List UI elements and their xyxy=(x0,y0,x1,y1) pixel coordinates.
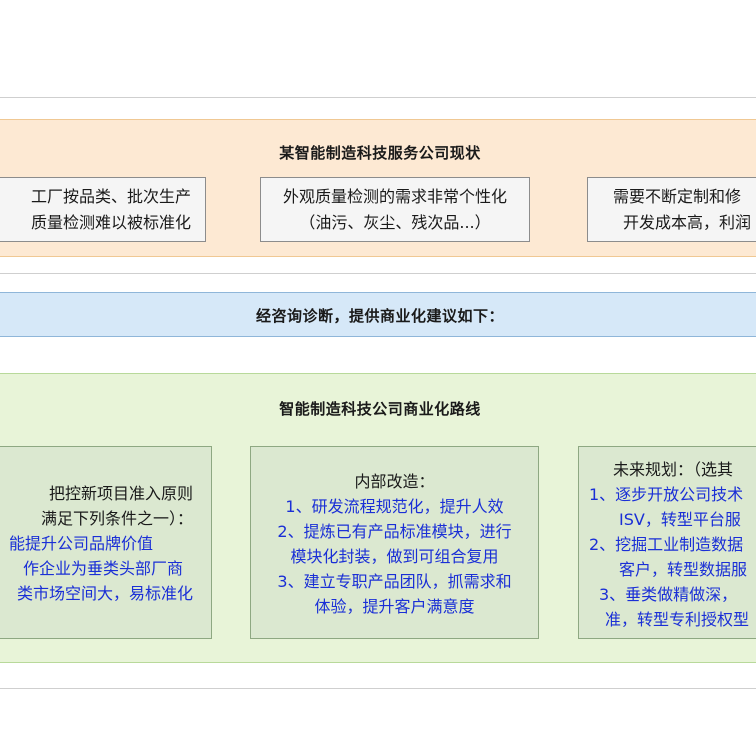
route-card-3-item: 准，转型专利授权型 xyxy=(605,610,750,629)
route-title: 智能制造科技公司商业化路线 xyxy=(279,400,481,418)
route-card-1-item: 作企业为垂类头部厂商 xyxy=(22,559,183,578)
status-card-1-line: 质量检测难以被标准化 xyxy=(30,213,191,232)
route-card-2-item: 1、研发流程规范化，提升人效 xyxy=(285,497,504,516)
route-card-3-heading: 未来规划：（选其 xyxy=(613,460,734,479)
route-card-3-item: 2、挖掘工业制造数据 xyxy=(589,535,744,554)
route-card-2-heading: 内部改造： xyxy=(354,472,435,491)
route-card-2-item: 3、建立专职产品团队，抓需求和 xyxy=(277,572,512,591)
status-card-3-line: 开发成本高，利润 xyxy=(623,213,752,232)
status-divider xyxy=(0,273,756,274)
advice-band: 经咨询诊断，提供商业化建议如下： xyxy=(0,292,756,337)
status-card-1-line: 工厂按品类、批次生产 xyxy=(30,187,191,206)
route-card-3-item: ISV，转型平台服 xyxy=(619,510,741,529)
route-card-2-item: 体验，提升客户满意度 xyxy=(314,597,475,616)
bottom-divider xyxy=(0,688,756,689)
route-card-1-heading: 把控新项目准入原则 xyxy=(48,484,193,503)
advice-title: 经咨询诊断，提供商业化建议如下： xyxy=(255,307,504,325)
route-card-3-item: 3、垂类做精做深， xyxy=(599,585,738,604)
route-card-1-item: 类市场空间大，易标准化 xyxy=(16,584,193,603)
route-card-1-item: 能提升公司品牌价值 xyxy=(8,534,153,553)
route-card-3-item: 客户，转型数据服 xyxy=(619,560,748,579)
route-card-3: 未来规划：（选其 1、逐步开放公司技术 ISV，转型平台服 2、挖掘工业制造数据… xyxy=(578,446,756,639)
route-card-1-heading: 满足下列条件之一）： xyxy=(40,509,193,528)
status-title: 某智能制造科技服务公司现状 xyxy=(279,144,481,162)
route-card-1: 把控新项目准入原则 满足下列条件之一）： 能提升公司品牌价值 作企业为垂类头部厂… xyxy=(0,446,212,639)
route-card-2-item: 模块化封装，做到可组合复用 xyxy=(290,547,499,566)
status-card-1: 工厂按品类、批次生产 质量检测难以被标准化 xyxy=(0,177,206,242)
route-card-2: 内部改造： 1、研发流程规范化，提升人效 2、提炼已有产品标准模块，进行 模块化… xyxy=(250,446,539,639)
status-card-2-line: （油污、灰尘、残次品...） xyxy=(299,213,491,232)
status-card-2: 外观质量检测的需求非常个性化 （油污、灰尘、残次品...） xyxy=(260,177,530,242)
route-card-2-item: 2、提炼已有产品标准模块，进行 xyxy=(277,522,512,541)
status-card-2-line: 外观质量检测的需求非常个性化 xyxy=(282,187,507,206)
route-card-3-item: 1、逐步开放公司技术 xyxy=(589,485,744,504)
status-card-3: 需要不断定制和修 开发成本高，利润 xyxy=(587,177,756,242)
top-divider xyxy=(0,97,756,98)
status-card-3-line: 需要不断定制和修 xyxy=(613,187,742,206)
